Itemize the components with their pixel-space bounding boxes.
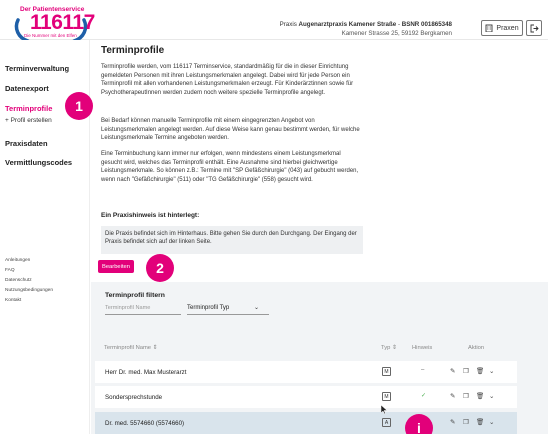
hint-check-icon: ✓ xyxy=(421,393,427,399)
marker-1: 1 xyxy=(65,92,93,120)
profile-name-filter-input[interactable]: Terminprofil Name xyxy=(105,305,181,315)
marker-info: i xyxy=(405,414,433,434)
sidebar-item-vermittlungscodes[interactable]: Vermittlungscodes xyxy=(5,158,72,167)
sort-icon: ⇕ xyxy=(391,345,397,351)
practice-prefix: Praxis xyxy=(279,21,297,28)
bsnr-label: BSNR xyxy=(401,21,420,28)
footer-link-faq[interactable]: FAQ xyxy=(5,268,15,273)
table-row[interactable]: Sondersprechstunde M ✓ ✎ ❐ 🗑 ⌄ xyxy=(95,386,517,408)
col-header-name[interactable]: Terminprofil Name ⇕ xyxy=(104,345,158,351)
hint-indicator: – xyxy=(421,367,425,373)
row-profile-name: Dr. med. 5574660 (5574660) xyxy=(105,420,185,427)
page-title: Terminprofile xyxy=(101,45,165,56)
footer-link-nutzungsbedingungen[interactable]: Nutzungsbedingungen xyxy=(5,288,53,293)
edit-icon[interactable]: ✎ xyxy=(450,418,455,426)
delete-icon[interactable]: 🗑 xyxy=(476,392,484,400)
edit-icon[interactable]: ✎ xyxy=(450,392,455,400)
hint-box: Die Praxis befindet sich im Hinterhaus. … xyxy=(101,226,363,254)
top-bar: Der Patientenservice 116117 Die Nummer m… xyxy=(0,0,548,43)
hint-title: Ein Praxishinweis ist hinterlegt: xyxy=(101,212,200,219)
sidebar-item-profil-erstellen[interactable]: + Profil erstellen xyxy=(5,117,52,124)
practice-info: Praxis Augenarztpraxis Kamener Straße - … xyxy=(279,21,452,37)
sort-icon: ⇕ xyxy=(152,345,158,351)
copy-icon[interactable]: ❐ xyxy=(463,392,469,400)
copy-icon[interactable]: ❐ xyxy=(463,367,469,375)
type-badge: A xyxy=(382,418,391,427)
logo-116117[interactable]: Der Patientenservice 116117 Die Nummer m… xyxy=(6,6,95,43)
col-header-typ[interactable]: Typ ⇕ xyxy=(381,345,397,351)
sidebar-item-praxisdaten[interactable]: Praxisdaten xyxy=(5,139,48,148)
logo-number: 116117 xyxy=(30,11,95,34)
praxen-button[interactable]: Praxen xyxy=(481,20,523,36)
copy-icon[interactable]: ❐ xyxy=(463,418,469,426)
intro-paragraph-3: Eine Terminbuchung kann immer nur erfolg… xyxy=(101,151,359,183)
footer-link-anleitungen[interactable]: Anleitungen xyxy=(5,258,30,263)
profile-type-filter-label: Terminprofil Typ xyxy=(187,305,230,311)
row-profile-name: Sondersprechstunde xyxy=(105,394,163,401)
logout-button[interactable] xyxy=(526,20,542,36)
intro-paragraph-1: Terminprofile werden, vom 116117 Termins… xyxy=(101,64,354,96)
type-badge: M xyxy=(382,392,391,401)
row-profile-name: Herr Dr. med. Max Musterarzt xyxy=(105,369,187,376)
edit-icon[interactable]: ✎ xyxy=(450,367,455,375)
chevron-down-icon[interactable]: ⌄ xyxy=(489,392,494,400)
delete-icon[interactable]: 🗑 xyxy=(476,418,484,426)
table-header: Terminprofil Name ⇕ Typ ⇕ Hinweis Aktion xyxy=(100,345,520,355)
delete-icon[interactable]: 🗑 xyxy=(476,367,484,375)
chevron-down-icon[interactable]: ⌄ xyxy=(489,418,494,426)
col-header-hinweis: Hinweis xyxy=(412,345,433,351)
mouse-cursor-icon xyxy=(381,405,387,414)
chevron-down-icon[interactable]: ⌄ xyxy=(489,367,494,375)
sidebar-item-terminprofile[interactable]: Terminprofile xyxy=(5,104,52,113)
praxen-button-label: Praxen xyxy=(496,24,519,32)
footer-link-datenschutz[interactable]: Datenschutz xyxy=(5,278,32,283)
filter-title: Terminprofil filtern xyxy=(105,292,165,299)
logo-subline: Die Nummer mit den Elfen xyxy=(24,33,77,38)
col-header-aktion: Aktion xyxy=(468,345,485,351)
edit-hint-button[interactable]: Bearbeiten xyxy=(98,260,134,273)
bsnr-value: 001865348 xyxy=(421,21,452,28)
sidebar-item-datenexport[interactable]: Datenexport xyxy=(5,84,49,93)
practice-name: Augenarztpraxis Kamener Straße xyxy=(298,21,397,28)
profile-type-filter-select[interactable]: Terminprofil Typ ⌄ xyxy=(187,305,269,315)
marker-2: 2 xyxy=(146,254,174,282)
footer-link-kontakt[interactable]: Kontakt xyxy=(5,298,21,303)
logout-icon xyxy=(530,24,539,32)
practice-address: Kamener Strasse 25, 59192 Bergkamen xyxy=(341,29,452,37)
table-row-selected[interactable]: Dr. med. 5574660 (5574660) A ✎ ❐ 🗑 ⌄ xyxy=(95,412,517,434)
chevron-down-icon: ⌄ xyxy=(253,305,259,311)
type-badge: M xyxy=(382,367,391,376)
table-row[interactable]: Herr Dr. med. Max Musterarzt M – ✎ ❐ 🗑 ⌄ xyxy=(95,361,517,383)
sidebar-item-terminverwaltung[interactable]: Terminverwaltung xyxy=(5,64,69,73)
building-icon xyxy=(485,24,493,32)
intro-paragraph-2: Bei Bedarf können manuelle Terminprofile… xyxy=(101,118,360,142)
